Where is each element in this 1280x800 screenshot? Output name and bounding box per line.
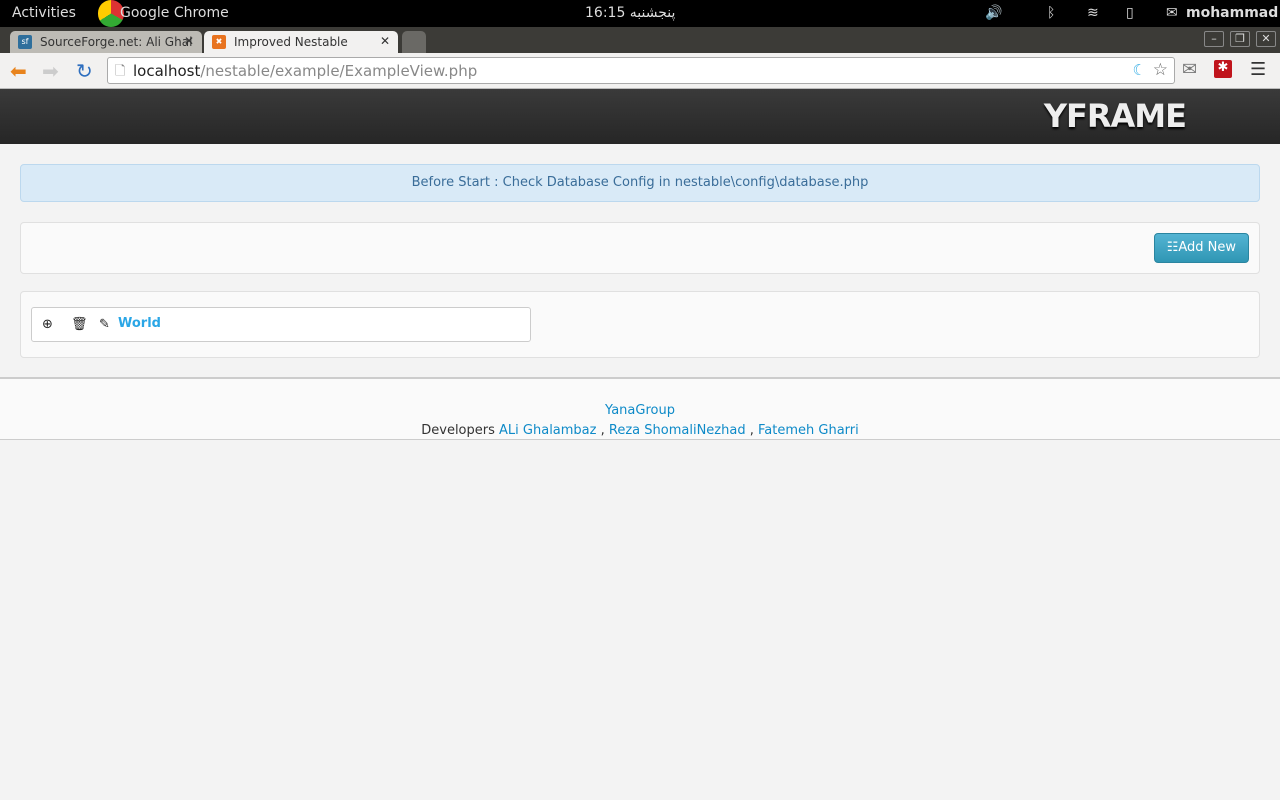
close-tab-icon[interactable]: ✕ (184, 34, 194, 48)
nestable-panel: ⊕ 🗑 ✎ World (20, 291, 1260, 358)
lastpass-icon[interactable]: ✱ (1214, 60, 1232, 78)
list-icon: ☷ (1166, 240, 1179, 255)
yanagroup-link[interactable]: YanaGroup (605, 403, 675, 418)
add-new-label: Add New (1178, 240, 1236, 255)
trash-icon[interactable]: 🗑 (71, 317, 88, 332)
chat-icon[interactable]: ✉ (1166, 5, 1178, 21)
forward-icon[interactable]: ➡ (42, 59, 59, 83)
actions-panel: ☷Add New (20, 222, 1260, 274)
edit-icon[interactable]: ✎ (99, 317, 110, 332)
info-alert: Before Start : Check Database Config in … (20, 164, 1260, 202)
tab-label: SourceForge.net: Ali Ghal (40, 35, 193, 49)
menu-icon[interactable]: ☰ (1250, 59, 1266, 80)
gmail-checker-icon[interactable]: ✉ (1182, 59, 1197, 80)
tab-strip: sf SourceForge.net: Ali Ghal ✕ ✖ Improve… (0, 27, 1280, 53)
system-top-bar: Activities Google Chrome 16:15 پنجشنبه 🔊… (0, 0, 1280, 27)
developer-link[interactable]: ALi Ghalambaz (499, 423, 596, 438)
address-bar[interactable]: 🗋 localhost/nestable/example/ExampleView… (107, 57, 1175, 84)
sourceforge-favicon: sf (18, 35, 32, 49)
close-window-button[interactable]: ✕ (1256, 31, 1276, 47)
activities-button[interactable]: Activities (12, 5, 76, 21)
new-tab-button[interactable] (402, 31, 426, 53)
tab-sourceforge[interactable]: sf SourceForge.net: Ali Ghal ✕ (10, 31, 202, 53)
separator: , (749, 423, 754, 438)
url-path: /nestable/example/ExampleView.php (200, 62, 478, 80)
app-menu[interactable]: Google Chrome (120, 5, 229, 21)
clock[interactable]: 16:15 پنجشنبه (585, 5, 675, 21)
add-new-button[interactable]: ☷Add New (1153, 233, 1249, 263)
wifi-icon[interactable]: ≋ (1087, 5, 1099, 21)
page-icon: 🗋 (115, 64, 126, 79)
bluetooth-icon[interactable]: ᛒ (1047, 5, 1055, 21)
tab-improved-nestable[interactable]: ✖ Improved Nestable ✕ (204, 31, 398, 53)
restore-button[interactable]: ❐ (1230, 31, 1250, 47)
item-label[interactable]: World (118, 316, 161, 331)
reload-icon[interactable]: ↻ (76, 59, 93, 83)
url-host: localhost (133, 62, 201, 80)
site-header: YFRAME (0, 89, 1280, 144)
developer-link[interactable]: Fatemeh Gharri (758, 423, 859, 438)
footer: YanaGroup Developers ALi Ghalambaz , Rez… (0, 377, 1280, 440)
minimize-button[interactable]: – (1204, 31, 1224, 47)
tab-label: Improved Nestable (234, 35, 348, 49)
developers-label: Developers (421, 423, 495, 438)
separator: , (600, 423, 605, 438)
add-child-icon[interactable]: ⊕ (42, 317, 53, 332)
list-item[interactable]: ⊕ 🗑 ✎ World (31, 307, 531, 342)
close-tab-icon[interactable]: ✕ (380, 34, 390, 48)
developer-link[interactable]: Reza ShomaliNezhad (609, 423, 746, 438)
back-icon[interactable]: ⬅ (10, 59, 27, 83)
yframe-logo: YFRAME (1043, 97, 1187, 135)
xampp-favicon: ✖ (212, 35, 226, 49)
battery-icon[interactable]: ▯ (1126, 5, 1134, 21)
volume-icon[interactable]: 🔊 (985, 5, 1002, 21)
jquery-extension-icon[interactable]: ☾ (1133, 61, 1146, 79)
user-menu[interactable]: mohammad (1186, 5, 1278, 21)
bookmark-star-icon[interactable]: ☆ (1153, 60, 1168, 80)
